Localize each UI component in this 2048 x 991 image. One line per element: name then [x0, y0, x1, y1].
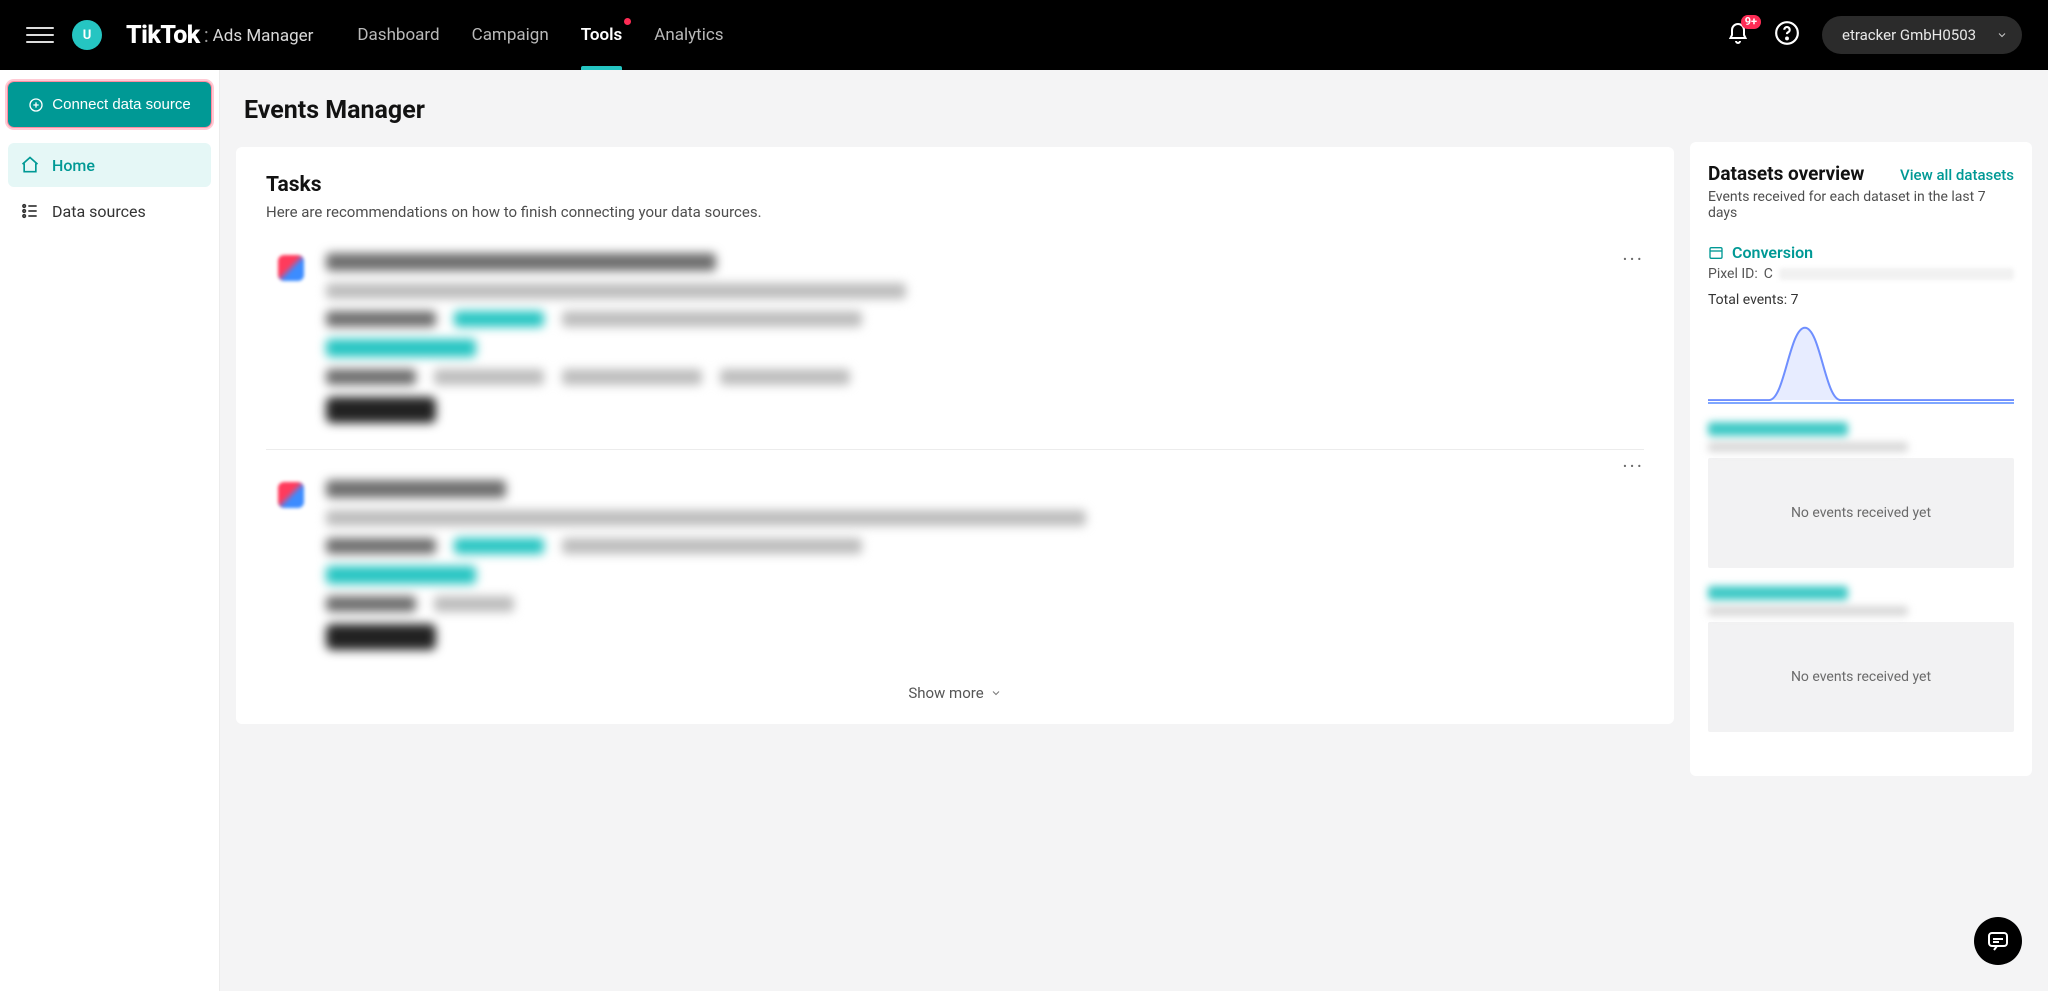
pixel-id-prefix: C: [1764, 266, 1773, 282]
connect-button-label: Connect data source: [52, 96, 190, 113]
dataset-redacted-header: [1708, 422, 2014, 452]
page-title: Events Manager: [244, 96, 1666, 125]
help-button[interactable]: [1774, 20, 1800, 50]
list-icon: [20, 201, 40, 221]
total-events-label: Total events:: [1708, 292, 1787, 308]
tasks-card: Tasks Here are recommendations on how to…: [236, 147, 1674, 724]
account-label: etracker GmbH0503: [1842, 26, 1976, 44]
chevron-down-icon: [1996, 29, 2008, 41]
show-more-button[interactable]: Show more: [266, 684, 1644, 702]
pixel-id-label: Pixel ID:: [1708, 266, 1758, 282]
center-column: Events Manager Tasks Here are recommenda…: [236, 70, 1674, 975]
notifications-button[interactable]: 9+: [1726, 22, 1752, 48]
nav-dashboard[interactable]: Dashboard: [357, 0, 439, 70]
no-events-panel: No events received yet: [1708, 622, 2014, 732]
nav-campaign-label: Campaign: [472, 25, 549, 45]
nav-analytics[interactable]: Analytics: [654, 0, 723, 70]
account-switcher[interactable]: etracker GmbH0503: [1822, 16, 2022, 54]
chevron-down-icon: [990, 687, 1002, 699]
pixel-id-redacted: [1779, 268, 2014, 280]
chat-fab[interactable]: [1974, 917, 2022, 965]
tasks-subtitle: Here are recommendations on how to finis…: [266, 203, 1644, 221]
side-nav: Home Data sources: [8, 143, 211, 233]
nav-tools-alert-dot: [624, 18, 631, 25]
no-events-text: No events received yet: [1791, 669, 1931, 685]
task-item: ···: [266, 449, 1644, 676]
nav-campaign[interactable]: Campaign: [472, 0, 549, 70]
view-all-datasets-link[interactable]: View all datasets: [1900, 166, 2014, 184]
notifications-badge: 9+: [1741, 15, 1761, 29]
total-events: Total events: 7: [1708, 292, 2014, 308]
brand-subtitle: Ads Manager: [213, 26, 314, 46]
task-icon: [278, 482, 304, 508]
show-more-label: Show more: [908, 684, 983, 702]
layout: Connect data source Home Data sources: [0, 70, 2048, 991]
no-events-text: No events received yet: [1791, 505, 1931, 521]
sidebar-item-home[interactable]: Home: [8, 143, 211, 187]
task-item: ···: [266, 243, 1644, 449]
task-redacted-content: [326, 253, 906, 423]
connect-data-source-button[interactable]: Connect data source: [8, 82, 211, 127]
dataset-redacted-header: [1708, 586, 2014, 616]
task-icon: [278, 255, 304, 281]
brand-sep: :: [204, 23, 209, 47]
top-nav: Dashboard Campaign Tools Analytics: [357, 0, 723, 70]
dataset-name: Conversion: [1732, 243, 1813, 262]
sidebar-item-label: Home: [52, 156, 95, 175]
nav-analytics-label: Analytics: [654, 25, 723, 45]
right-column: Datasets overview View all datasets Even…: [1690, 142, 2032, 975]
total-events-value: 7: [1791, 292, 1799, 308]
help-icon: [1774, 20, 1800, 46]
sidebar: Connect data source Home Data sources: [0, 70, 220, 991]
sidebar-item-data-sources[interactable]: Data sources: [8, 189, 211, 233]
main: Events Manager Tasks Here are recommenda…: [220, 70, 2048, 991]
user-avatar[interactable]: U: [72, 20, 102, 50]
sparkline-chart: [1708, 316, 2014, 404]
datasets-overview-card: Datasets overview View all datasets Even…: [1690, 142, 2032, 776]
sidebar-item-label: Data sources: [52, 202, 146, 221]
task-menu-button[interactable]: ···: [1622, 454, 1644, 478]
no-events-panel: No events received yet: [1708, 458, 2014, 568]
overview-subtitle: Events received for each dataset in the …: [1708, 189, 2014, 221]
hamburger-menu[interactable]: [26, 21, 54, 49]
nav-dashboard-label: Dashboard: [357, 25, 439, 45]
brand-logo: TikTok: [126, 21, 200, 50]
pixel-id-row: Pixel ID: C: [1708, 266, 2014, 282]
task-redacted-content: [326, 480, 1086, 650]
tasks-title: Tasks: [266, 173, 1644, 197]
home-icon: [20, 155, 40, 175]
nav-tools-label: Tools: [581, 25, 623, 45]
window-icon: [1708, 245, 1724, 261]
nav-tools[interactable]: Tools: [581, 0, 623, 70]
chat-icon: [1986, 929, 2010, 953]
task-menu-button[interactable]: ···: [1622, 247, 1644, 271]
topbar: U TikTok : Ads Manager Dashboard Campaig…: [0, 0, 2048, 70]
dataset-block-redacted: No events received yet: [1708, 586, 2014, 732]
dataset-block-redacted: No events received yet: [1708, 422, 2014, 568]
dataset-link[interactable]: Conversion: [1708, 243, 2014, 262]
brand: TikTok : Ads Manager: [126, 21, 313, 50]
overview-title: Datasets overview: [1708, 162, 1864, 185]
dataset-block-conversion: Conversion Pixel ID: C Total events: 7: [1708, 243, 2014, 404]
plus-circle-icon: [28, 97, 44, 113]
topbar-icons: 9+ etracker GmbH0503: [1726, 16, 2022, 54]
sparkline-svg: [1708, 316, 2014, 402]
user-avatar-initial: U: [83, 28, 92, 43]
